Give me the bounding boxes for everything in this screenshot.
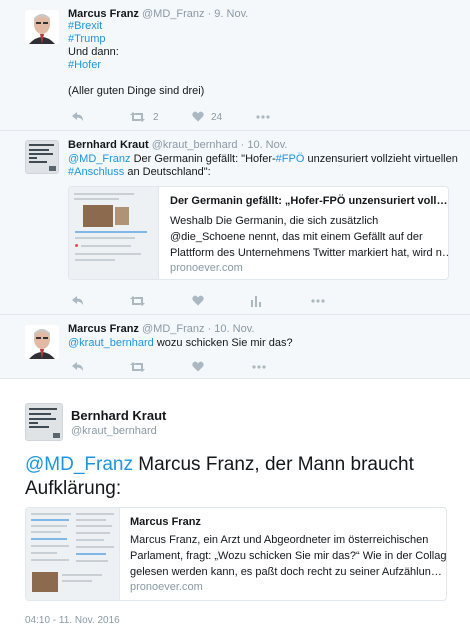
text-segment: Aufklärung: — [25, 478, 122, 499]
focused-tweet[interactable]: Bernhard Kraut @kraut_bernhard @MD_Franz… — [0, 379, 470, 635]
retweet-count: 2 — [153, 112, 159, 123]
link-card[interactable]: Der Germanin gefällt: „Hofer-FPÖ unzensu… — [68, 186, 449, 280]
text-segment: Marcus Franz, der Mann braucht — [138, 454, 414, 475]
author-name[interactable]: Marcus Franz — [68, 323, 139, 335]
retweet-icon[interactable] — [130, 295, 145, 307]
heart-icon[interactable] — [192, 111, 204, 122]
person-portrait-icon — [25, 10, 59, 44]
hashtag-link[interactable]: #Hofer — [68, 59, 204, 72]
conversation-page: Marcus Franz @MD_Franz · 9. Nov. #Brexit… — [0, 0, 470, 635]
tweet-text: @kraut_bernhard wozu schicken Sie mir da… — [68, 337, 293, 350]
reply-icon[interactable] — [71, 111, 84, 123]
avatar-bernhard-kraut[interactable] — [25, 403, 63, 441]
tweet-header: Marcus Franz @MD_Franz · 9. Nov. — [68, 8, 249, 20]
analytics-icon[interactable] — [250, 295, 262, 307]
text-segment: Der Germanin gefällt: "Hofer- — [133, 153, 276, 165]
author-name[interactable]: Bernhard Kraut — [71, 408, 166, 423]
like-count: 24 — [211, 112, 223, 123]
person-portrait-icon — [25, 325, 59, 359]
hashtag-link[interactable]: #Trump — [68, 33, 204, 46]
tweet-text: @MD_Franz Der Germanin gefällt: "Hofer-#… — [68, 153, 458, 179]
tweet-date[interactable]: 10. Nov. — [247, 139, 287, 151]
tweet-header: Marcus Franz @MD_Franz · 10. Nov. — [68, 323, 255, 335]
tweet-text: #Brexit #Trump Und dann: #Hofer (Aller g… — [68, 20, 204, 98]
avatar-marcus-franz[interactable] — [25, 10, 59, 44]
text-segment: an Deutschland": — [127, 166, 211, 178]
tweet-header: Bernhard Kraut @kraut_bernhard · 10. Nov… — [68, 139, 288, 151]
mention-link[interactable]: @kraut_bernhard — [68, 337, 154, 349]
hashtag-link[interactable]: #Brexit — [68, 20, 204, 33]
retweet-icon[interactable] — [130, 111, 145, 123]
author-handle[interactable]: @kraut_bernhard — [71, 425, 157, 437]
tweet-actions: 2 24 — [68, 111, 328, 125]
author-name[interactable]: Marcus Franz — [68, 8, 139, 20]
avatar-bernhard-kraut[interactable] — [25, 140, 59, 174]
tweet-date[interactable]: 9. Nov. — [214, 8, 248, 20]
tweet-timestamp[interactable]: 04:10 - 11. Nov. 2016 — [25, 615, 120, 626]
tweet-1[interactable]: Marcus Franz @MD_Franz · 9. Nov. #Brexit… — [0, 0, 470, 131]
text-line: (Aller guten Dinge sind drei) — [68, 85, 205, 97]
tweet-actions — [68, 295, 368, 309]
heart-icon[interactable] — [192, 361, 204, 372]
author-name[interactable]: Bernhard Kraut — [68, 139, 149, 151]
hashtag-link[interactable]: #FPÖ — [276, 153, 305, 165]
tweet-text: @MD_Franz Marcus Franz, der Mann braucht… — [25, 453, 445, 501]
text-segment: wozu schicken Sie mir das? — [156, 337, 293, 349]
tweet-3[interactable]: Marcus Franz @MD_Franz · 10. Nov. @kraut… — [0, 315, 470, 379]
retweet-icon[interactable] — [130, 361, 145, 373]
tweet-2[interactable]: Bernhard Kraut @kraut_bernhard · 10. Nov… — [0, 131, 470, 315]
link-card-title[interactable]: Der Germanin gefällt: „Hofer-FPÖ unzensu… — [170, 195, 448, 207]
avatar-marcus-franz[interactable] — [25, 325, 59, 359]
reply-icon[interactable] — [71, 361, 84, 373]
hashtag-link[interactable]: #Anschluss — [68, 166, 124, 178]
author-handle[interactable]: @kraut_bernhard — [152, 139, 238, 151]
tweet-date[interactable]: 10. Nov. — [214, 323, 254, 335]
link-card-description: Marcus Franz, ein Arzt und Abgeordneter … — [130, 534, 447, 578]
text-segment: unzensuriert vollzieht virtuellen — [307, 153, 458, 165]
tweet-actions — [68, 361, 328, 375]
link-card-thumbnail — [69, 187, 159, 279]
text-line: Und dann: — [68, 46, 119, 58]
link-card-title[interactable]: Marcus Franz — [130, 516, 201, 528]
more-options-icon[interactable] — [256, 111, 270, 123]
more-options-icon[interactable] — [311, 295, 325, 307]
author-handle[interactable]: @MD_Franz — [142, 8, 205, 20]
more-options-icon[interactable] — [252, 361, 266, 373]
link-card-domain[interactable]: pronoever.com — [170, 262, 243, 274]
mention-link[interactable]: @MD_Franz — [68, 153, 131, 165]
link-card-description: Weshalb Die Germanin, die sich zusätzlic… — [170, 215, 449, 259]
heart-icon[interactable] — [192, 295, 204, 306]
author-handle[interactable]: @MD_Franz — [142, 323, 205, 335]
mention-link[interactable]: @MD_Franz — [25, 454, 133, 475]
link-card-domain[interactable]: pronoever.com — [130, 581, 203, 593]
link-card-thumbnail — [26, 508, 120, 600]
reply-icon[interactable] — [71, 295, 84, 307]
link-card[interactable]: Marcus Franz Marcus Franz, ein Arzt und … — [25, 507, 447, 601]
